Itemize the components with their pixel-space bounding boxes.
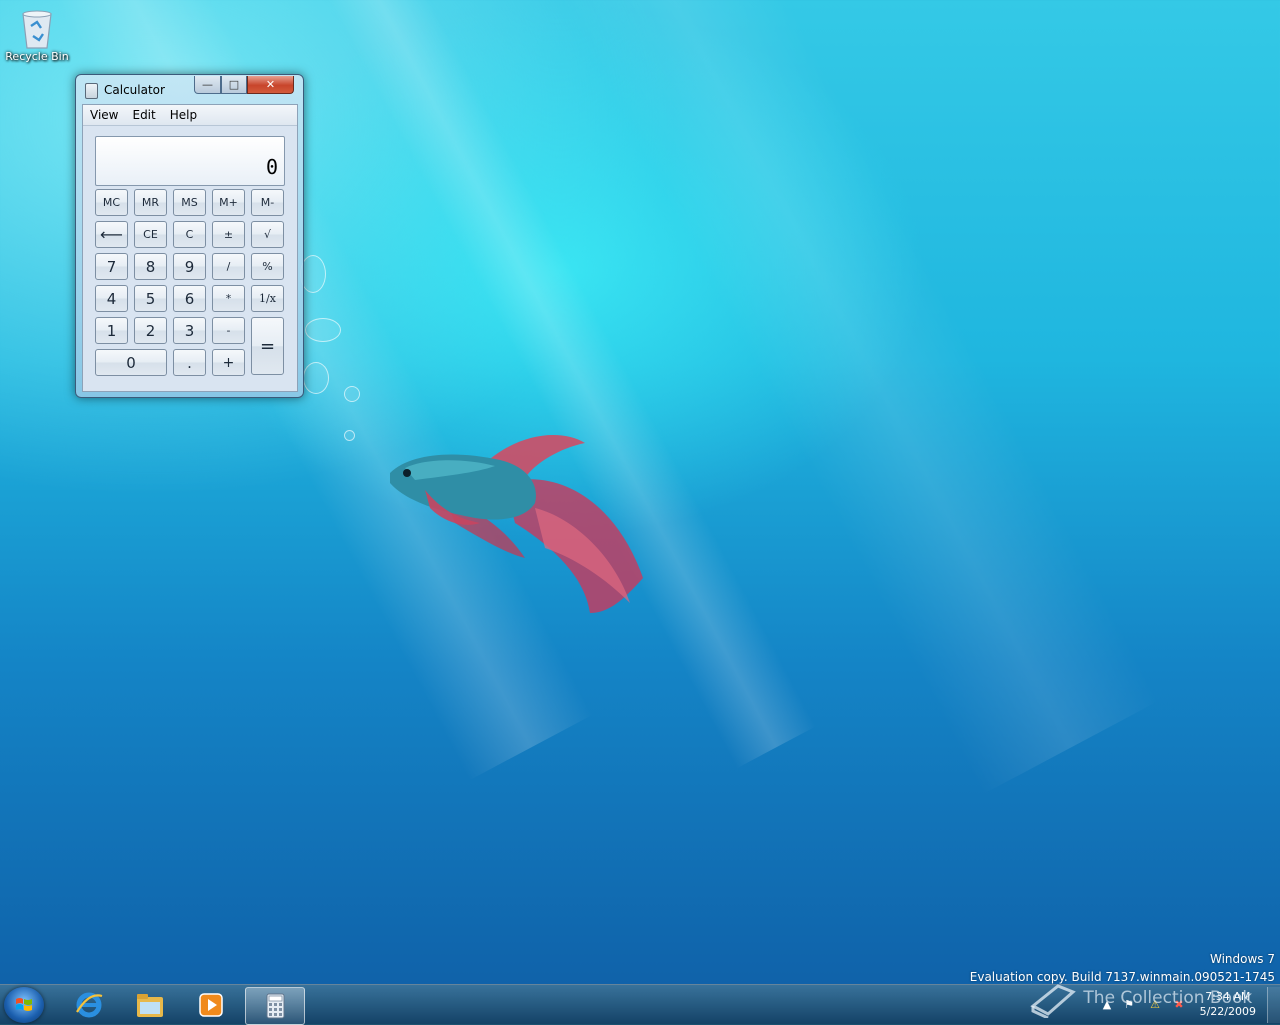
result-display: 0: [95, 136, 285, 186]
negate-button[interactable]: ±: [212, 221, 245, 248]
recycle-bin-icon: [19, 6, 55, 50]
betta-fish-wallpaper: [390, 435, 643, 613]
bubble: [305, 318, 341, 342]
display-value: 0: [265, 155, 278, 179]
menu-bar: View Edit Help: [83, 105, 297, 126]
percent-button[interactable]: %: [251, 253, 284, 280]
digit-8-button[interactable]: 8: [134, 253, 167, 280]
media-player-icon: [199, 993, 223, 1017]
collection-book-overlay: The Collection Book: [1028, 978, 1253, 1020]
memory-clear-button[interactable]: MC: [95, 189, 128, 216]
title-bar[interactable]: Calculator — □ ✕: [76, 75, 303, 103]
taskbar-calculator[interactable]: [245, 987, 305, 1025]
calculator-title-icon: [85, 83, 98, 99]
bubble: [303, 362, 329, 394]
book-icon: [1030, 984, 1076, 1020]
digit-7-button[interactable]: 7: [95, 253, 128, 280]
clear-button[interactable]: C: [173, 221, 206, 248]
calculator-window[interactable]: Calculator — □ ✕ View Edit Help 0 MC MR …: [75, 74, 304, 398]
memory-store-button[interactable]: MS: [173, 189, 206, 216]
digit-6-button[interactable]: 6: [173, 285, 206, 312]
internet-explorer-icon: [76, 992, 103, 1018]
menu-help[interactable]: Help: [163, 105, 204, 125]
digit-1-button[interactable]: 1: [95, 317, 128, 344]
memory-subtract-button[interactable]: M-: [251, 189, 284, 216]
reciprocal-button[interactable]: 1/x: [251, 285, 284, 312]
equals-button[interactable]: =: [251, 317, 284, 375]
digit-5-button[interactable]: 5: [134, 285, 167, 312]
recycle-bin-label: Recycle Bin: [5, 50, 69, 63]
digit-3-button[interactable]: 3: [173, 317, 206, 344]
taskbar-internet-explorer[interactable]: [60, 987, 118, 1023]
window-title: Calculator: [104, 83, 165, 97]
start-button[interactable]: [4, 987, 44, 1023]
memory-recall-button[interactable]: MR: [134, 189, 167, 216]
taskbar-windows-explorer[interactable]: [121, 987, 179, 1023]
divide-button[interactable]: /: [212, 253, 245, 280]
watermark-product: Windows 7: [1209, 952, 1275, 966]
digit-4-button[interactable]: 4: [95, 285, 128, 312]
clear-entry-button[interactable]: CE: [134, 221, 167, 248]
minimize-button[interactable]: —: [194, 76, 221, 94]
multiply-button[interactable]: *: [212, 285, 245, 312]
add-button[interactable]: +: [212, 349, 245, 376]
overlay-text: The Collection Book: [1083, 988, 1253, 1008]
close-button[interactable]: ✕: [247, 76, 294, 94]
bubble: [344, 386, 360, 402]
calculator-icon: [266, 993, 285, 1019]
bubble: [344, 430, 355, 441]
menu-view[interactable]: View: [83, 105, 125, 125]
digit-9-button[interactable]: 9: [173, 253, 206, 280]
taskbar-media-player[interactable]: [182, 987, 240, 1023]
light-ray: [560, 0, 1160, 795]
maximize-button[interactable]: □: [221, 76, 247, 94]
windows-explorer-icon: [137, 994, 163, 1017]
memory-add-button[interactable]: M+: [212, 189, 245, 216]
decimal-button[interactable]: .: [173, 349, 206, 376]
show-desktop-button[interactable]: [1267, 987, 1280, 1023]
subtract-button[interactable]: -: [212, 317, 245, 344]
backspace-button[interactable]: ⟵: [95, 221, 128, 248]
calculator-body: View Edit Help 0 MC MR MS M+ M- ⟵ CE C ±…: [82, 104, 298, 392]
recycle-bin-desktop-icon[interactable]: Recycle Bin: [4, 6, 70, 63]
windows-logo-icon: [16, 998, 32, 1011]
digit-2-button[interactable]: 2: [134, 317, 167, 344]
square-root-button[interactable]: √: [251, 221, 284, 248]
menu-edit[interactable]: Edit: [125, 105, 162, 125]
digit-0-button[interactable]: 0: [95, 349, 167, 376]
